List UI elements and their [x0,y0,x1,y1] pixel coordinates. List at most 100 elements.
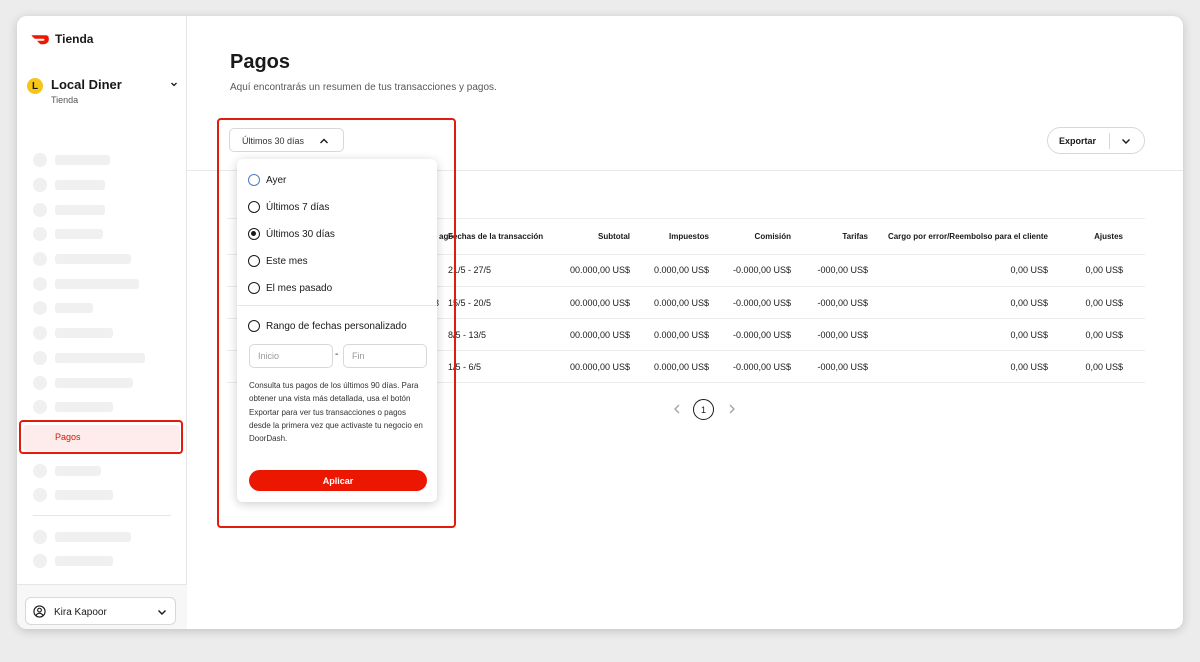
page-number-current[interactable]: 1 [693,399,714,420]
chevron-down-icon [158,610,166,615]
placeholder-label [55,180,105,190]
column-header-dates[interactable]: Fechas de la transacción [448,232,543,241]
nav-item-placeholder[interactable] [33,203,105,217]
cell-taxes: 0.000,00 US$ [653,362,709,372]
user-menu-button[interactable]: Kira Kapoor [25,597,176,625]
cell-fees: -000,00 US$ [817,298,868,308]
placeholder-icon [33,301,47,315]
column-header-subtotal[interactable]: Subtotal [598,232,630,241]
column-header-fees[interactable]: Tarifas [842,232,868,241]
cell-fees: -000,00 US$ [817,362,868,372]
nav-item-placeholder[interactable] [33,178,105,192]
placeholder-label [55,402,113,412]
doordash-logo-icon [31,35,49,45]
user-name: Kira Kapoor [54,607,107,618]
export-label: Exportar [1059,136,1097,146]
cell-taxes: 0.000,00 US$ [653,298,709,308]
cell-fees: -000,00 US$ [817,330,868,340]
column-header-error-charge[interactable]: Cargo por error/Reembolso para el client… [888,232,1048,241]
nav-item-placeholder[interactable] [33,351,145,365]
placeholder-icon [33,227,47,241]
placeholder-label [55,466,101,476]
export-button[interactable]: Exportar [1047,127,1145,154]
cell-taxes: 0.000,00 US$ [653,330,709,340]
cell-adjustments: 0,00 US$ [1085,362,1123,372]
placeholder-label [55,205,105,215]
placeholder-icon [33,178,47,192]
placeholder-icon [33,277,47,291]
cell-adjustments: 0,00 US$ [1085,265,1123,275]
sidebar: Tienda L Local Diner Tienda Pagos Kira K… [17,16,187,629]
cell-commission: -0.000,00 US$ [732,362,791,372]
nav-item-placeholder[interactable] [33,227,103,241]
user-area: Kira Kapoor [17,584,187,629]
nav-item-placeholder[interactable] [33,277,139,291]
placeholder-icon [33,252,47,266]
placeholder-label [55,254,131,264]
chevron-down-icon[interactable] [1121,136,1131,146]
placeholder-label [55,378,133,388]
nav-item-placeholder[interactable] [33,153,110,167]
column-header-commission[interactable]: Comisión [755,232,791,241]
nav-item-placeholder[interactable] [33,252,131,266]
nav-item-placeholder[interactable] [33,301,93,315]
page-subtitle: Aquí encontrarás un resumen de tus trans… [230,82,497,93]
brand-name: Tienda [55,32,94,46]
store-avatar: L [27,78,43,94]
placeholder-label [55,229,103,239]
nav-item-placeholder[interactable] [33,326,113,340]
placeholder-label [55,556,113,566]
placeholder-label [55,490,113,500]
cell-subtotal: 00.000,00 US$ [569,298,630,308]
nav-item-placeholder[interactable] [33,488,113,502]
app-window: Tienda L Local Diner Tienda Pagos Kira K… [17,16,1183,629]
placeholder-label [55,279,139,289]
brand[interactable]: Tienda [31,32,93,46]
highlight-box-pagos [19,420,183,454]
cell-taxes: 0.000,00 US$ [653,265,709,275]
nav-item-placeholder[interactable] [33,554,113,568]
cell-error-charge: 0,00 US$ [1010,265,1048,275]
cell-adjustments: 0,00 US$ [1085,298,1123,308]
column-header-taxes[interactable]: Impuestos [669,232,709,241]
cell-commission: -0.000,00 US$ [732,298,791,308]
sidebar-divider [33,515,171,516]
chevron-left-icon[interactable] [673,404,682,414]
placeholder-icon [33,326,47,340]
chevron-right-icon[interactable] [727,404,736,414]
cell-commission: -0.000,00 US$ [732,265,791,275]
placeholder-label [55,532,131,542]
cell-subtotal: 00.000,00 US$ [569,330,630,340]
nav-item-placeholder[interactable] [33,376,133,390]
page-title: Pagos [230,51,291,73]
cell-fees: -000,00 US$ [817,265,868,275]
highlight-box-dropdown [217,118,456,528]
chevron-down-icon [171,82,177,87]
placeholder-icon [33,400,47,414]
cell-subtotal: 00.000,00 US$ [569,265,630,275]
column-header-adjustments[interactable]: Ajustes [1094,232,1123,241]
cell-adjustments: 0,00 US$ [1085,330,1123,340]
placeholder-icon [33,153,47,167]
placeholder-label [55,353,145,363]
cell-error-charge: 0,00 US$ [1010,330,1048,340]
nav-item-placeholder[interactable] [33,400,113,414]
placeholder-icon [33,351,47,365]
store-name: Local Diner [51,77,122,92]
cell-commission: -0.000,00 US$ [732,330,791,340]
placeholder-icon [33,530,47,544]
nav-item-placeholder[interactable] [33,464,101,478]
export-divider [1109,133,1110,149]
placeholder-icon [33,376,47,390]
pagination: 1 [673,397,743,421]
nav-item-placeholder[interactable] [33,530,131,544]
cell-error-charge: 0,00 US$ [1010,298,1048,308]
placeholder-label [55,155,110,165]
placeholder-icon [33,488,47,502]
placeholder-icon [33,203,47,217]
user-circle-icon [33,605,46,618]
cell-subtotal: 00.000,00 US$ [569,362,630,372]
placeholder-icon [33,464,47,478]
store-type: Tienda [51,95,79,105]
placeholder-label [55,328,113,338]
